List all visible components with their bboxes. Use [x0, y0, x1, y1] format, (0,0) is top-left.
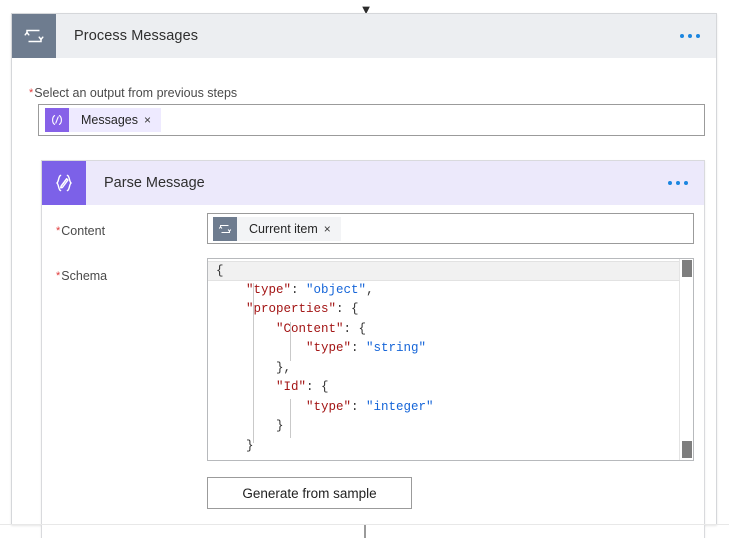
token-current-item-remove-icon[interactable]: × [324, 223, 341, 235]
code-token: : [351, 399, 367, 414]
required-asterisk: * [56, 225, 61, 237]
code-token: : [351, 341, 367, 355]
token-current-item-label: Current item [249, 221, 318, 236]
bottom-connector-line [364, 525, 366, 538]
schema-scrollbar-thumb[interactable] [682, 260, 692, 277]
expression-code-icon [45, 108, 69, 132]
flow-designer-canvas: ▼ Process Messages *Select an output fro… [0, 0, 729, 538]
code-line: }, [208, 359, 693, 379]
token-messages-label: Messages [81, 113, 138, 127]
required-asterisk: * [56, 270, 61, 282]
schema-code-content[interactable]: { "type": "object", "properties": { "Con… [208, 259, 693, 456]
code-token: "Content" [276, 321, 344, 336]
menu-dot [680, 34, 684, 38]
code-line: } [208, 417, 693, 437]
code-token: "string" [366, 341, 427, 355]
content-label: *Content [56, 222, 105, 240]
process-messages-header[interactable]: Process Messages [12, 14, 716, 58]
code-token: : { [336, 302, 359, 316]
menu-dot [684, 181, 688, 185]
code-line: "properties": { [208, 300, 693, 320]
parse-message-menu-button[interactable] [668, 181, 688, 185]
schema-label: *Schema [56, 267, 107, 285]
code-line: "Content": { [208, 320, 693, 340]
code-line: "type": "string" [208, 339, 693, 359]
code-token: "properties" [246, 302, 337, 316]
code-token: : { [343, 321, 367, 336]
select-output-label-text: Select an output from previous steps [34, 86, 238, 100]
schema-label-text: Schema [61, 269, 108, 283]
parse-message-card: Parse Message *Content Current item × *S… [41, 160, 705, 538]
menu-dot [668, 181, 672, 185]
code-token: } [216, 419, 284, 433]
process-messages-body: *Select an output from previous steps Me… [12, 58, 716, 538]
code-line: "type": "object", [208, 281, 693, 301]
code-token: , [366, 282, 374, 297]
json-braces-pencil-icon [42, 161, 86, 205]
loop-repeat-icon [213, 216, 237, 241]
code-token: "type" [306, 341, 352, 355]
code-line: "Id": { [208, 378, 693, 398]
process-messages-menu-button[interactable] [680, 34, 700, 38]
indent-guide [253, 283, 254, 443]
schema-scrollbar[interactable] [679, 259, 693, 460]
code-token: "integer" [366, 399, 434, 414]
code-token: "Id" [276, 380, 307, 394]
code-token: : [291, 282, 307, 297]
menu-dot [676, 181, 680, 185]
menu-dot [696, 34, 700, 38]
code-token: "object" [306, 282, 367, 297]
code-token: { [216, 264, 224, 278]
code-line: "type": "integer" [208, 398, 693, 418]
loop-repeat-icon [12, 14, 56, 58]
select-output-label: *Select an output from previous steps [29, 84, 237, 102]
parse-message-body: *Content Current item × *Schema {"type"… [42, 205, 704, 538]
menu-dot [688, 34, 692, 38]
select-output-input[interactable]: Messages × [38, 104, 705, 136]
code-token: "type" [306, 399, 352, 414]
process-messages-title: Process Messages [74, 28, 199, 44]
parse-message-header[interactable]: Parse Message [42, 161, 704, 205]
required-asterisk: * [29, 87, 34, 99]
indent-guide [290, 399, 291, 438]
token-messages-remove-icon[interactable]: × [144, 114, 161, 126]
schema-code-editor[interactable]: { "type": "object", "properties": { "Con… [207, 258, 694, 461]
content-label-text: Content [61, 224, 106, 238]
content-input[interactable]: Current item × [207, 213, 694, 244]
schema-scrollbar-marker[interactable] [682, 441, 692, 458]
code-line: } [208, 437, 693, 457]
token-messages[interactable]: Messages × [45, 108, 161, 132]
process-messages-card: Process Messages *Select an output from … [11, 13, 717, 538]
indent-guide [290, 322, 291, 361]
code-token: : { [306, 380, 329, 394]
generate-from-sample-button[interactable]: Generate from sample [207, 477, 412, 509]
parse-message-title: Parse Message [104, 175, 205, 191]
code-token: } [216, 438, 254, 453]
token-current-item[interactable]: Current item × [213, 216, 341, 241]
code-line: { [208, 261, 679, 281]
